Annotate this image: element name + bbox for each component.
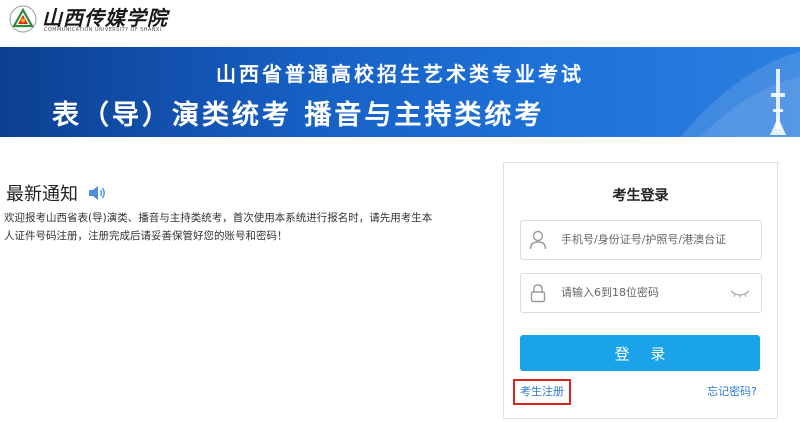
id-number-field — [520, 220, 762, 260]
news-title: 最新通知 — [6, 184, 78, 205]
user-icon — [529, 230, 547, 250]
school-emblem-icon — [9, 5, 37, 33]
exam-banner: 山西省普通高校招生艺术类专业考试 表（导）演类统考 播音与主持类统考 — [0, 47, 800, 137]
id-number-input[interactable] — [561, 221, 751, 257]
password-field — [520, 273, 762, 313]
login-panel: 考生登录 登 录 考生注册 忘记密码? — [503, 162, 778, 419]
password-input[interactable] — [561, 274, 711, 310]
banner-title-line1: 山西省普通高校招生艺术类专业考试 — [216, 62, 584, 86]
speaker-icon — [89, 186, 106, 200]
news-heading: 最新通知 — [6, 180, 107, 205]
news-body: 欢迎报考山西省表(导)演类、播音与主持类统考，首次使用本系统进行报名时，请先用考… — [4, 212, 433, 242]
school-name-english: COMMUNICATION UNIVERSITY OF SHANXI — [44, 27, 162, 33]
login-button[interactable]: 登 录 — [520, 335, 760, 371]
forgot-password-link[interactable]: 忘记密码? — [707, 383, 757, 399]
login-title: 考生登录 — [612, 188, 669, 204]
eye-closed-icon[interactable] — [729, 287, 751, 299]
register-link[interactable]: 考生注册 — [513, 379, 571, 405]
lock-icon — [530, 284, 546, 303]
site-header: 山西传媒学院 COMMUNICATION UNIVERSITY OF SHANX… — [0, 0, 800, 42]
banner-title-line2: 表（导）演类统考 播音与主持类统考 — [52, 100, 545, 131]
